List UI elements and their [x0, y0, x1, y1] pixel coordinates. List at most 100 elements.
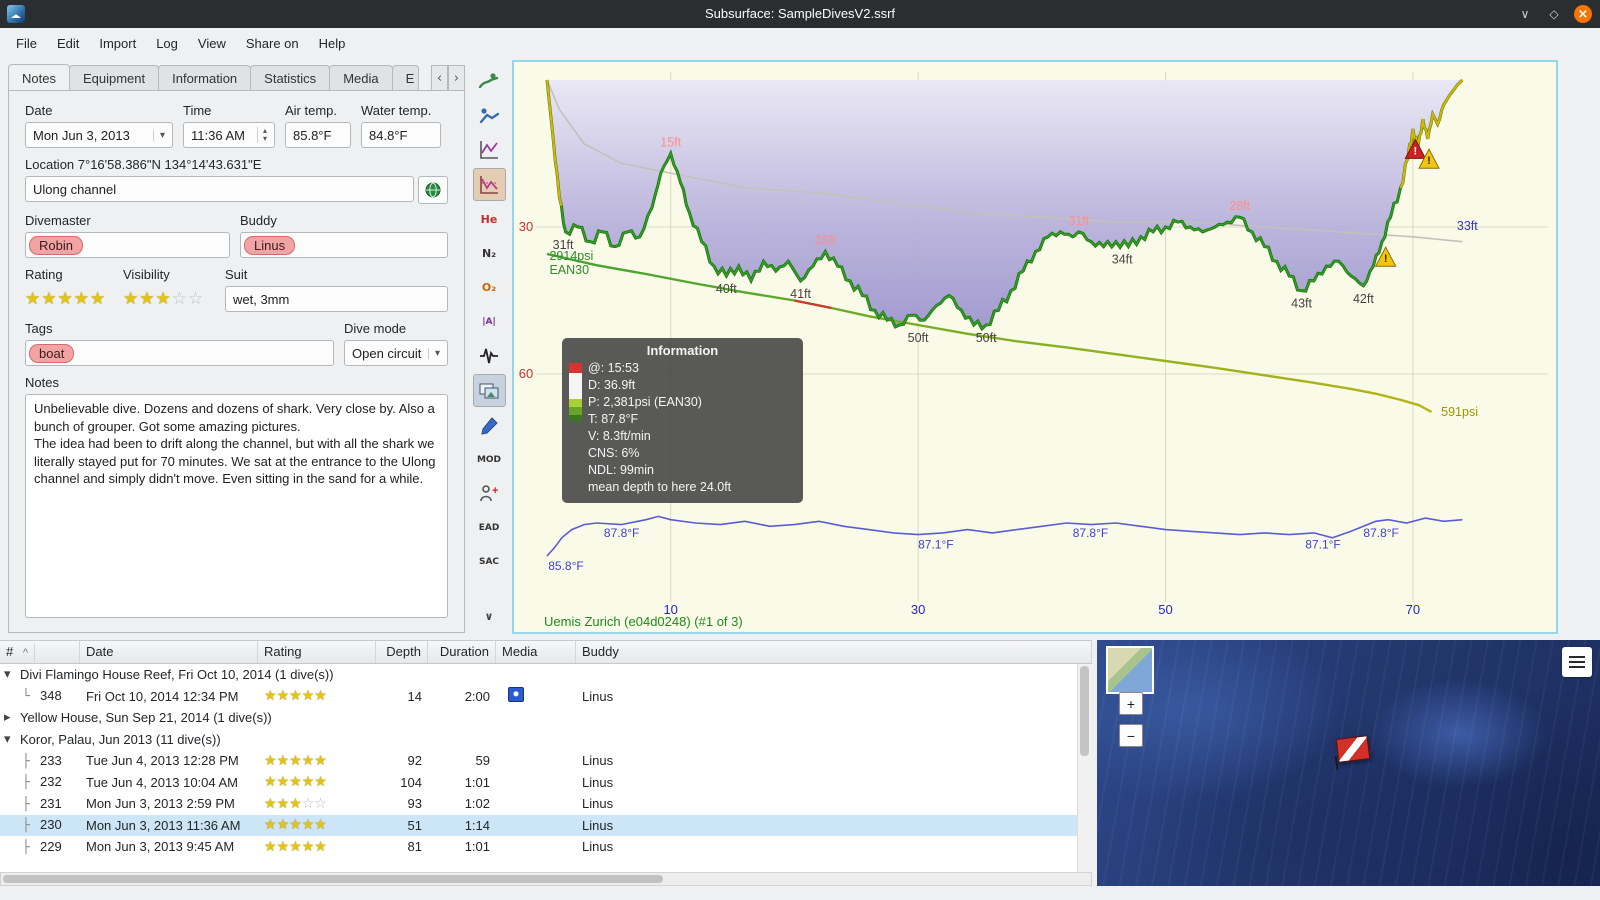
buddy-chip[interactable]: Linus — [244, 235, 296, 255]
column-header-rating[interactable]: Rating — [258, 641, 376, 663]
menu-item-view[interactable]: View — [188, 31, 236, 56]
dive-mode-dropdown[interactable]: Open circuit ▾ — [344, 340, 448, 366]
shade-window-icon[interactable]: ∨ — [1516, 5, 1534, 23]
calculated-ceiling-icon[interactable] — [472, 168, 506, 201]
visibility-stars[interactable]: ★ ★ ★ ☆ ☆ — [123, 286, 215, 312]
menu-item-edit[interactable]: Edit — [47, 31, 89, 56]
dive-list-horizontal-scrollbar[interactable] — [0, 872, 1092, 886]
water-temp-field[interactable] — [361, 122, 441, 148]
column-header-depth[interactable]: Depth — [376, 641, 428, 663]
media-icon[interactable] — [508, 687, 524, 703]
column-header-num[interactable]: # ^ — [0, 641, 80, 663]
swimmer-icon[interactable] — [474, 100, 505, 131]
collapse-arrow-icon[interactable]: ▾ — [0, 667, 20, 682]
divemaster-field[interactable]: Robin — [25, 232, 230, 258]
time-spinner[interactable]: 11:36 AM ▴ ▾ — [183, 122, 275, 148]
tab-information[interactable]: Information — [158, 65, 252, 91]
dive-depth-cell: 81 — [407, 839, 422, 855]
air-temp-field[interactable] — [285, 122, 351, 148]
info-box-line: T: 87.8°F — [588, 412, 639, 426]
column-header-date[interactable]: Date — [80, 641, 258, 663]
scrollbar-thumb[interactable] — [1080, 666, 1089, 756]
tags-field[interactable]: boat — [25, 340, 334, 366]
rating-stars[interactable]: ★ ★ ★ ★ ★ — [25, 286, 113, 312]
deco-model-icon[interactable]: + — [474, 478, 505, 509]
scrollbar-thumb[interactable] — [3, 875, 663, 883]
maximize-window-icon[interactable]: ◇ — [1545, 5, 1563, 23]
collapse-toolbar-icon[interactable]: ∨ — [474, 601, 505, 632]
chevron-down-icon: ▾ — [427, 347, 440, 359]
oxygen-pp-icon[interactable]: O₂ — [474, 272, 505, 303]
svg-text:33ft: 33ft — [1457, 219, 1478, 233]
globe-icon[interactable] — [418, 176, 448, 204]
tab-notes[interactable]: Notes — [8, 64, 70, 91]
dc-reported-ceiling-icon[interactable] — [474, 134, 505, 165]
dive-depth-cell: 92 — [407, 753, 422, 769]
titlebar: Subsurface: SampleDivesV2.ssrf ∨ ◇ × — [0, 0, 1600, 28]
dive-row[interactable]: └ 348 Fri Oct 10, 2014 12:34 PM ★★★★★ 14 2:00… — [0, 686, 1078, 708]
svg-text:85.8°F: 85.8°F — [548, 559, 583, 573]
trip-row[interactable]: ▾ Divi Flamingo House Reef, Fri Oct 10, 2… — [0, 664, 1078, 686]
ead-toggle-icon[interactable]: EAD — [474, 512, 505, 543]
dive-row[interactable]: ├ 229 Mon Jun 3, 2013 9:45 AM ★★★★★ 81 1:01 Li… — [0, 836, 1078, 858]
menu-item-help[interactable]: Help — [309, 31, 356, 56]
dive-site-map[interactable]: + − — [1097, 640, 1600, 886]
tab-scroll-left-icon[interactable]: ‹ — [431, 65, 448, 91]
suit-field[interactable] — [225, 286, 448, 312]
dive-list-vertical-scrollbar[interactable] — [1077, 664, 1092, 872]
dive-row[interactable]: ├ 232 Tue Jun 4, 2013 10:04 AM ★★★★★ 104 1:01… — [0, 772, 1078, 794]
buddy-field[interactable]: Linus — [240, 232, 448, 258]
menubar: File Edit Import Log View Share on Help — [0, 28, 1600, 59]
dive-duration-cell: 1:02 — [464, 796, 490, 812]
svg-text:87.8°F: 87.8°F — [1363, 526, 1398, 540]
close-window-icon[interactable]: × — [1574, 5, 1592, 23]
tag-chip[interactable]: boat — [29, 343, 75, 363]
dive-flag-marker[interactable] — [1335, 735, 1371, 763]
ceiling-abs-icon[interactable]: |A| — [474, 306, 505, 337]
menu-item-import[interactable]: Import — [89, 31, 146, 56]
divemaster-chip[interactable]: Robin — [29, 235, 83, 255]
heart-rate-icon[interactable] — [474, 340, 505, 371]
map-menu-button[interactable] — [1562, 647, 1592, 677]
dive-profile-chart[interactable]: 30 60 10 30 50 70 31ft 15ft 40ft 41ft 35ft 50ft 50ft… — [512, 60, 1558, 634]
expand-arrow-icon[interactable]: ▸ — [0, 710, 20, 725]
helium-pp-icon[interactable]: He — [474, 204, 505, 235]
column-header-media[interactable]: Media — [496, 641, 576, 663]
tab-e[interactable]: E — [391, 65, 420, 91]
dive-row[interactable]: ├ 230 Mon Jun 3, 2013 11:36 AM ★★★★★ 51 1:14 L… — [0, 814, 1078, 836]
tab-media[interactable]: Media — [329, 65, 393, 91]
menu-item-share-on[interactable]: Share on — [236, 31, 309, 56]
tab-equipment[interactable]: Equipment — [68, 65, 160, 91]
map-zoom-in-button[interactable]: + — [1119, 692, 1143, 715]
tab-scroll-right-icon[interactable]: › — [448, 65, 465, 91]
trip-row[interactable]: ▾ Koror, Palau, Jun 2013 (11 dive(s)) — [0, 729, 1078, 751]
collapse-arrow-icon[interactable]: ▾ — [0, 732, 20, 747]
column-header-duration[interactable]: Duration — [428, 641, 496, 663]
nitrogen-pp-icon[interactable]: N₂ — [474, 238, 505, 269]
location-field[interactable] — [25, 176, 414, 202]
trip-row[interactable]: ▸ Yellow House, Sun Sep 21, 2014 (1 dive(… — [0, 707, 1078, 729]
tab-statistics[interactable]: Statistics — [250, 65, 331, 91]
date-dropdown[interactable]: Mon Jun 3, 2013 ▾ — [25, 122, 173, 148]
mod-toggle-icon[interactable]: MOD — [474, 444, 505, 475]
column-header-buddy[interactable]: Buddy — [576, 641, 1092, 663]
map-overview-thumbnail[interactable] — [1106, 646, 1154, 694]
dive-date-cell: Mon Jun 3, 2013 9:45 AM — [86, 839, 235, 855]
spin-down-icon[interactable]: ▾ — [263, 135, 267, 143]
dive-row[interactable]: ├ 233 Tue Jun 4, 2013 12:28 PM ★★★★★ 92 59 Lin… — [0, 750, 1078, 772]
ruler-icon[interactable] — [474, 410, 505, 441]
dive-row[interactable]: ├ 231 Mon Jun 3, 2013 2:59 PM ★★★☆☆ 93 1:02 Li… — [0, 793, 1078, 815]
hamburger-icon — [1569, 661, 1585, 663]
notes-textarea[interactable]: Unbelievable dive. Dozens and dozens of … — [25, 394, 448, 618]
dive-duration-cell: 1:01 — [464, 839, 490, 855]
svg-text:87.1°F: 87.1°F — [918, 538, 953, 552]
map-zoom-out-button[interactable]: − — [1119, 724, 1143, 747]
tab-scroll-buttons: ‹ › — [431, 65, 465, 91]
dive-mode-icon[interactable] — [474, 66, 505, 97]
sac-toggle-icon[interactable]: SAC — [474, 546, 505, 577]
photos-toggle-icon[interactable] — [472, 374, 506, 407]
menu-item-file[interactable]: File — [6, 31, 47, 56]
tab-bar: Notes Equipment Information Statistics Media… — [8, 63, 465, 91]
menu-item-log[interactable]: Log — [146, 31, 188, 56]
dive-duration-cell: 59 — [475, 753, 490, 769]
